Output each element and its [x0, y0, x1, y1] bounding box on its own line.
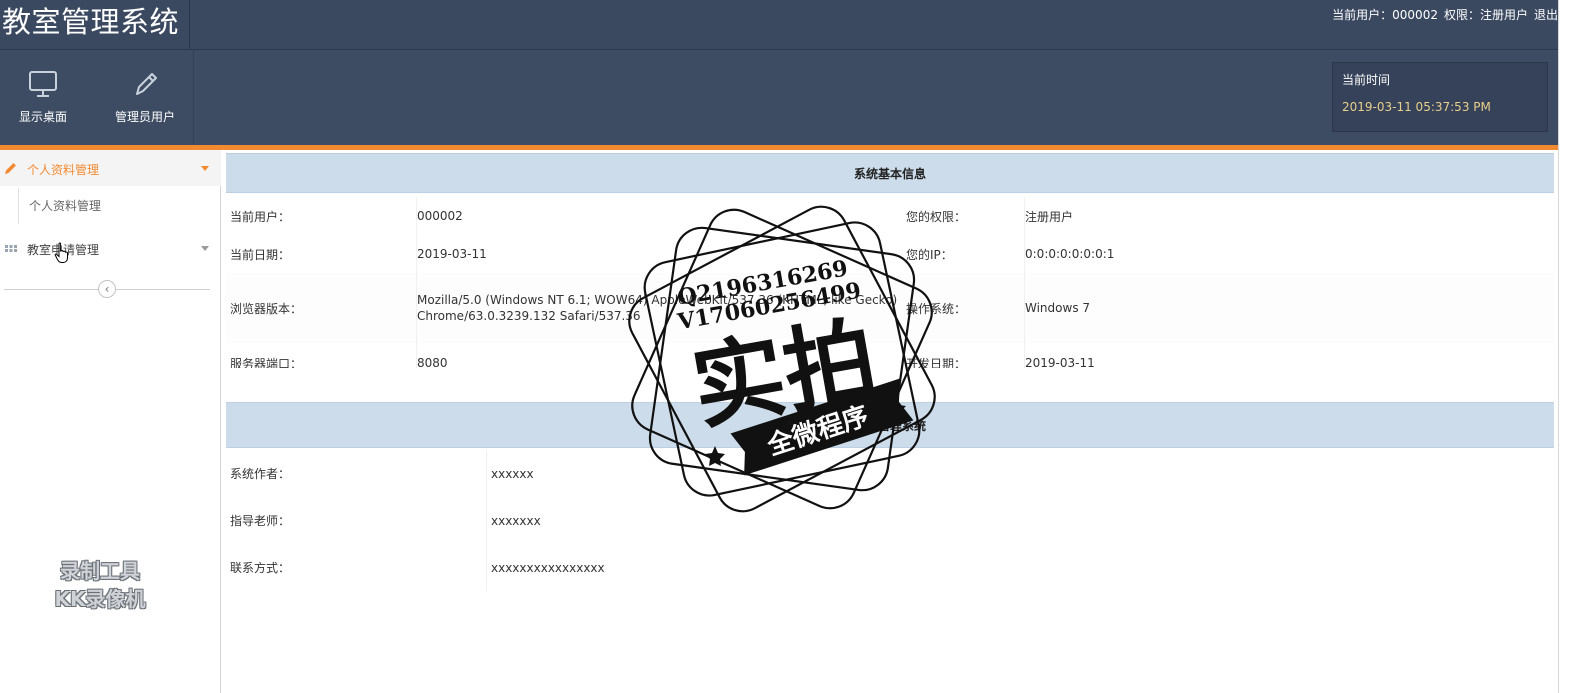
clock-panel: 当前时间 2019-03-11 05:37:53 PM	[1332, 62, 1548, 132]
toolbar-divider	[193, 50, 194, 145]
monitor-icon	[29, 71, 57, 97]
table-row: 联系方式： xxxxxxxxxxxxxxxx	[226, 544, 1554, 591]
grid-icon	[5, 245, 17, 252]
current-date-label: 当前日期：	[230, 247, 291, 262]
current-date-value: 2019-03-11	[416, 235, 487, 273]
admin-user-label: 管理员用户	[114, 110, 175, 124]
table-row: 当前用户： 000002 您的权限： 注册用户	[226, 197, 1554, 235]
top-header: 教室管理系统 当前用户：000002 权限：注册用户 退出	[0, 0, 1586, 50]
recorder-watermark-line2: KK录像机	[54, 587, 146, 611]
user-info: 当前用户：000002 权限：注册用户 退出	[1332, 6, 1558, 23]
os-value: Windows 7	[1024, 273, 1090, 343]
page-scrollbar[interactable]	[1558, 0, 1586, 693]
current-user-value: 000002	[416, 197, 463, 235]
ip-label: 您的IP：	[906, 247, 953, 262]
sidebar-item-profile[interactable]: 个人资料管理	[18, 188, 220, 224]
contact-value: xxxxxxxxxxxxxxxx	[486, 544, 605, 591]
browser-version-label: 浏览器版本：	[230, 301, 303, 316]
show-desktop-label: 显示桌面	[18, 110, 67, 124]
clock-label: 当前时间	[1342, 73, 1391, 87]
clock-value: 2019-03-11 05:37:53 PM	[1342, 100, 1491, 114]
system-info-title: 系统基本信息	[226, 153, 1554, 193]
permission-label: 您的权限：	[906, 209, 967, 224]
pencil-icon	[5, 163, 16, 174]
admin-user-button[interactable]: 管理员用户	[100, 50, 190, 145]
recorder-watermark: 录制工具 KK录像机	[30, 557, 170, 613]
sidebar: 个人资料管理 个人资料管理 教室申请管理 ‹ 录制工具 KK录像机	[0, 150, 221, 693]
advisor-value: xxxxxxx	[486, 497, 541, 544]
current-user-text: 当前用户：000002	[1332, 8, 1438, 22]
ip-value: 0:0:0:0:0:0:0:1	[1024, 235, 1114, 273]
author-label: 系统作者：	[230, 467, 291, 481]
permission-value: 注册用户	[1024, 197, 1073, 235]
contact-label: 联系方式：	[230, 561, 291, 575]
table-row: 指导老师： xxxxxxx	[226, 497, 1554, 544]
main-content: 系统基本信息 当前用户： 000002 您的权限： 注册用户 当前日期： 201…	[222, 150, 1558, 693]
show-desktop-button[interactable]: 显示桌面	[0, 50, 86, 145]
sidebar-group-profile[interactable]: 个人资料管理	[0, 150, 221, 186]
sidebar-group-profile-label: 个人资料管理	[27, 163, 100, 177]
pencil-icon	[136, 73, 157, 95]
browser-version-value: Mozilla/5.0 (Windows NT 6.1; WOW64) Appl…	[416, 273, 897, 343]
app-title: 教室管理系统	[2, 5, 180, 39]
table-row: 当前日期： 2019-03-11 您的IP： 0:0:0:0:0:0:0:1	[226, 235, 1554, 273]
caret-down-icon	[201, 246, 209, 251]
os-label: 操作系统：	[906, 301, 967, 316]
dev-info-title: 教室管理系统	[226, 402, 1554, 448]
table-row: 系统作者： xxxxxx	[226, 450, 1554, 497]
chevron-left-icon[interactable]: ‹	[98, 280, 116, 298]
logout-link[interactable]: 退出	[1534, 6, 1558, 23]
app-window: 教室管理系统 当前用户：000002 权限：注册用户 退出 显示桌面 管理员用户	[0, 0, 1586, 693]
advisor-label: 指导老师：	[230, 514, 291, 528]
hand-cursor-icon	[54, 242, 68, 263]
recorder-watermark-line1: 录制工具	[60, 559, 140, 583]
table-row: 浏览器版本： Mozilla/5.0 (Windows NT 6.1; WOW6…	[226, 273, 1554, 343]
caret-down-icon	[201, 166, 209, 171]
table-spacer	[226, 368, 1554, 402]
current-user-label: 当前用户：	[230, 209, 291, 224]
browser-version-line2: Chrome/63.0.3239.132 Safari/537.36	[417, 309, 641, 323]
sidebar-group-classroom-apply[interactable]: 教室申请管理	[0, 230, 221, 266]
header-divider	[189, 0, 190, 50]
browser-version-line1: Mozilla/5.0 (Windows NT 6.1; WOW64) Appl…	[417, 293, 898, 307]
author-value: xxxxxx	[486, 450, 534, 497]
permission-text: 权限：注册用户	[1443, 8, 1528, 22]
